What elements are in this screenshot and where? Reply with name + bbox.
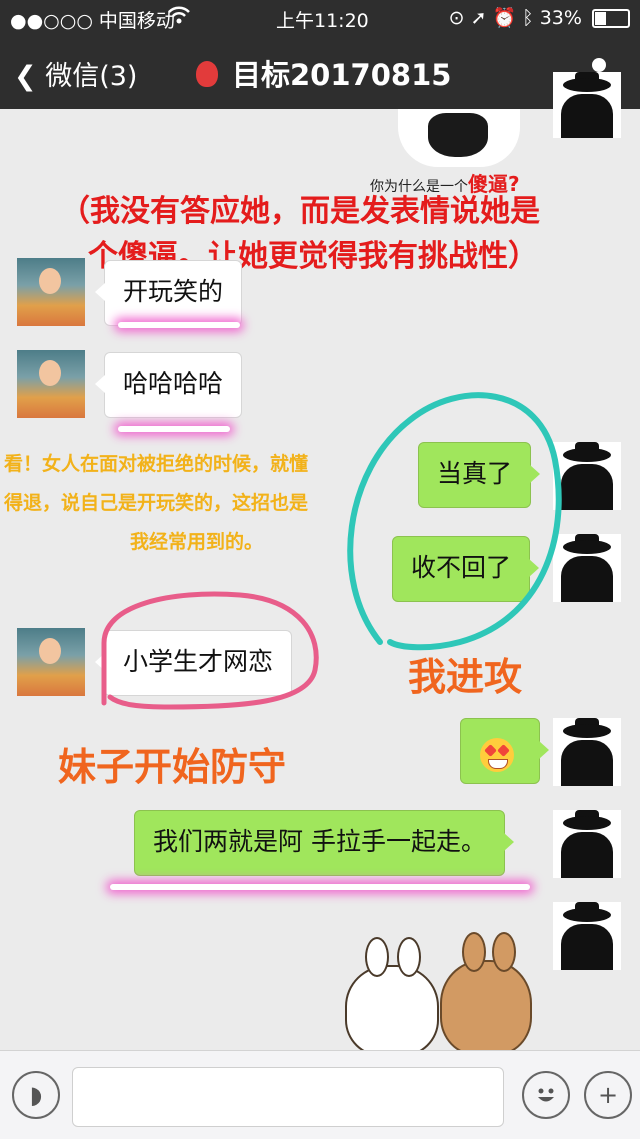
more-button[interactable]: + — [584, 1071, 632, 1119]
emoji-button[interactable] — [522, 1071, 570, 1119]
annotation-yellow-line1: 看！女人在面对被拒绝的时候，就懂 — [4, 453, 309, 475]
back-chevron-icon: ❮ — [14, 61, 37, 92]
back-label: 微信(3) — [45, 61, 138, 92]
highlight-underline — [110, 884, 530, 890]
teal-circle-annotation — [347, 392, 562, 651]
location-icon: ➚ — [470, 7, 487, 29]
emoji-face-icon — [538, 1088, 554, 1102]
avatar-self[interactable] — [553, 718, 621, 786]
lock-rotation-icon: ⊙ — [448, 7, 465, 29]
annotation-yellow-line2: 得退，说自己是开玩笑的，这招也是 — [4, 492, 309, 514]
voice-icon: ◗ — [29, 1081, 43, 1109]
alarm-icon: ⏰ — [492, 7, 517, 29]
input-bar: ◗ + — [0, 1050, 640, 1139]
annotation-yellow-line3: 我经常用到的。 — [130, 531, 264, 553]
voice-button[interactable]: ◗ — [12, 1071, 60, 1119]
bluetooth-icon: ᛒ — [522, 7, 534, 29]
avatar-contact[interactable] — [17, 628, 85, 696]
sticker-white-bunny[interactable] — [345, 937, 439, 1057]
balloon-icon — [196, 61, 218, 87]
highlight-underline — [118, 426, 230, 432]
status-bar: ●●○○○ 中国移动 上午11:20 ⊙ ➚ ⏰ ᛒ 33% — [0, 0, 640, 36]
wifi-icon — [168, 6, 190, 29]
pink-circle-annotation — [101, 591, 319, 710]
avatar-self[interactable] — [553, 810, 621, 878]
highlight-underline — [118, 322, 240, 328]
message-input[interactable] — [72, 1067, 504, 1127]
chat-title: 目标20170815 — [196, 52, 451, 94]
back-button[interactable]: ❮ 微信(3) — [14, 54, 137, 93]
clock: 上午11:20 — [276, 10, 369, 32]
avatar-contact[interactable] — [17, 350, 85, 418]
carrier-label: ●●○○○ 中国移动 — [10, 10, 175, 32]
avatar-self[interactable] — [553, 72, 621, 138]
avatar-contact[interactable] — [17, 258, 85, 326]
message-bubble[interactable]: 我们两就是阿 手拉手一起走。 — [134, 810, 514, 876]
message-bubble[interactable]: 开玩笑的 — [94, 260, 243, 326]
avatar-self[interactable] — [553, 902, 621, 970]
chat-title-text: 目标20170815 — [232, 58, 452, 92]
annotation-girl-defends: 妹子开始防守 — [58, 745, 287, 789]
emoji-heart-eyes-icon — [480, 738, 514, 772]
sticker-figure — [428, 113, 488, 157]
sticker-image[interactable] — [398, 109, 520, 167]
annotation-i-attack: 我进攻 — [408, 655, 523, 699]
status-right: ⊙ ➚ ⏰ ᛒ 33% — [449, 6, 630, 29]
battery-icon — [592, 9, 630, 28]
annotation-red-line1: （我没有答应她，而是发表情说她是 — [60, 194, 540, 229]
sticker-brown-bunny[interactable] — [440, 932, 532, 1056]
battery-percent: 33% — [539, 7, 582, 29]
plus-icon: + — [597, 1081, 619, 1109]
chat-header: ❮ 微信(3) 目标20170815 — [0, 36, 640, 109]
message-bubble[interactable]: 哈哈哈哈 — [94, 352, 243, 418]
